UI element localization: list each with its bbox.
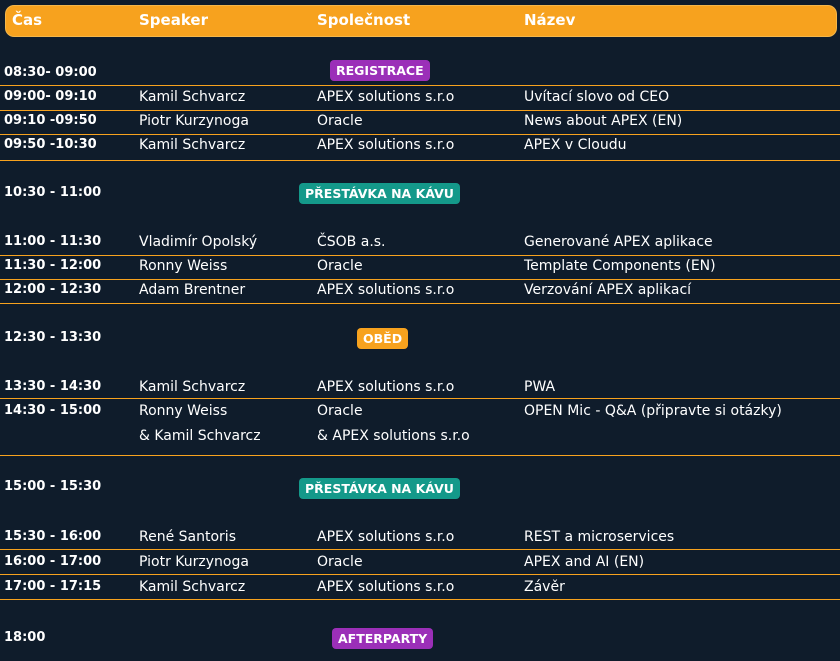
row-divider (0, 85, 840, 86)
row-speaker: Piotr Kurzynoga (139, 554, 249, 570)
row-company: APEX solutions s.r.o (317, 529, 455, 545)
row-speaker: Kamil Schvarcz (139, 137, 246, 153)
row-divider (0, 160, 840, 161)
row-company: APEX solutions s.r.o (317, 579, 455, 595)
row-title: Verzování APEX aplikací (524, 282, 692, 298)
row-time: 12:30 - 13:30 (4, 330, 102, 345)
row-title: Generované APEX aplikace (524, 234, 713, 250)
row-time: 16:00 - 17:00 (4, 554, 102, 569)
row-title: APEX v Cloudu (524, 137, 627, 153)
header-time: Čas (12, 11, 43, 29)
row-title: Template Components (EN) (524, 258, 716, 274)
row-title: PWA (524, 379, 556, 395)
row-speaker: Vladimír Opolský (139, 234, 258, 250)
row-company: APEX solutions s.r.o (317, 379, 455, 395)
row-divider (0, 303, 840, 304)
row-company: APEX solutions s.r.o (317, 89, 455, 105)
row-time: 09:00- 09:10 (4, 89, 97, 104)
header-speaker: Speaker (139, 11, 208, 29)
badge-afterparty: AFTERPARTY (332, 628, 434, 649)
header-company: Společnost (317, 11, 411, 29)
row-divider (0, 134, 840, 135)
row-speaker: Adam Brentner (139, 282, 246, 298)
row-time: 12:00 - 12:30 (4, 282, 102, 297)
table-header: Čas Speaker Společnost Název (6, 6, 836, 36)
row-divider (0, 599, 840, 600)
row-speaker: Ronny Weiss (139, 403, 228, 419)
row-company-second: & APEX solutions s.r.o (317, 428, 470, 444)
row-title: APEX and AI (EN) (524, 554, 645, 570)
row-time: 13:30 - 14:30 (4, 379, 102, 394)
row-title: Závěr (524, 579, 565, 595)
row-time: 11:30 - 12:00 (4, 258, 102, 273)
row-speaker: Kamil Schvarcz (139, 379, 246, 395)
row-title: REST a microservices (524, 529, 675, 545)
badge-coffee-break: PŘESTÁVKA NA KÁVU (299, 478, 460, 499)
row-title: News about APEX (EN) (524, 113, 683, 129)
row-divider (0, 255, 840, 256)
row-time: 11:00 - 11:30 (4, 234, 102, 249)
row-company: Oracle (317, 403, 363, 419)
row-title: OPEN Mic - Q&A (připravte si otázky) (524, 403, 782, 419)
row-speaker: René Santoris (139, 529, 236, 545)
row-speaker: Ronny Weiss (139, 258, 228, 274)
row-time: 08:30- 09:00 (4, 65, 97, 80)
row-time: 15:00 - 15:30 (4, 479, 102, 494)
row-speaker: Piotr Kurzynoga (139, 113, 249, 129)
row-company: Oracle (317, 113, 363, 129)
badge-registration: REGISTRACE (330, 60, 430, 81)
row-speaker: Kamil Schvarcz (139, 579, 246, 595)
row-speaker-second: & Kamil Schvarcz (139, 428, 261, 444)
row-time: 09:10 -09:50 (4, 113, 97, 128)
row-company: Oracle (317, 554, 363, 570)
row-time: 09:50 -10:30 (4, 137, 97, 152)
row-time: 15:30 - 16:00 (4, 529, 102, 544)
row-divider (0, 110, 840, 111)
row-time: 17:00 - 17:15 (4, 579, 102, 594)
badge-lunch: OBĚD (357, 328, 409, 349)
header-title: Název (524, 11, 576, 29)
row-time: 10:30 - 11:00 (4, 185, 102, 200)
row-company: APEX solutions s.r.o (317, 282, 455, 298)
row-divider (0, 398, 840, 399)
row-company: APEX solutions s.r.o (317, 137, 455, 153)
row-company: ČSOB a.s. (317, 234, 386, 250)
row-time: 18:00 (4, 630, 46, 645)
row-time: 14:30 - 15:00 (4, 403, 102, 418)
row-divider (0, 549, 840, 550)
row-title: Uvítací slovo od CEO (524, 89, 670, 105)
badge-coffee-break: PŘESTÁVKA NA KÁVU (299, 183, 460, 204)
row-company: Oracle (317, 258, 363, 274)
row-divider (0, 279, 840, 280)
row-divider (0, 574, 840, 575)
row-divider (0, 455, 840, 456)
row-speaker: Kamil Schvarcz (139, 89, 246, 105)
